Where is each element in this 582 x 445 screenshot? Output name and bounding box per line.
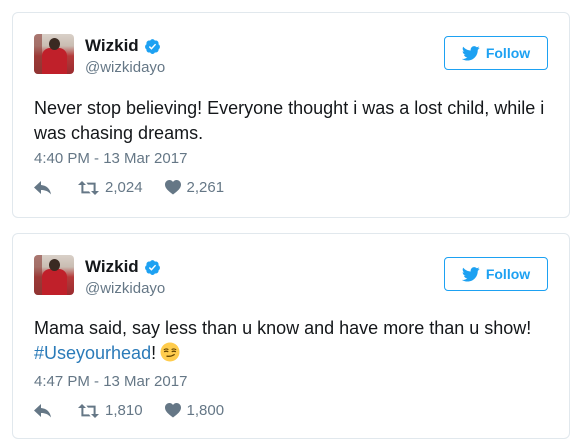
avatar[interactable]: [34, 34, 74, 74]
author-name[interactable]: Wizkid: [85, 257, 139, 277]
verified-badge-icon: [144, 259, 160, 275]
like-count: 1,800: [186, 402, 225, 419]
reply-button[interactable]: [34, 180, 52, 195]
like-button[interactable]: 1,800: [164, 402, 225, 419]
author-handle[interactable]: @wizkidayo: [85, 59, 165, 77]
tweet-text-suffix: !: [151, 343, 157, 363]
embedded-tweets: Wizkid @wizkidayo Follow Never stop beli…: [0, 0, 582, 445]
smirking-face-emoji-icon: [160, 342, 180, 362]
like-button[interactable]: 2,261: [164, 179, 225, 196]
like-count: 2,261: [186, 179, 225, 196]
author-name[interactable]: Wizkid: [85, 36, 139, 56]
tweet-card: Wizkid @wizkidayo Follow Never stop beli…: [12, 12, 570, 218]
tweet-text: Never stop believing! Everyone thought i…: [34, 98, 545, 143]
reply-icon: [34, 403, 51, 417]
retweet-icon: [78, 180, 99, 195]
tweet-text: Mama said, say less than u know and have…: [34, 316, 559, 366]
follow-label: Follow: [485, 45, 531, 61]
tweet-timestamp[interactable]: 4:47 PM - 13 Mar 2017: [34, 373, 187, 390]
reply-icon: [34, 180, 51, 194]
retweet-count: 1,810: [105, 402, 143, 419]
author-handle[interactable]: @wizkidayo: [85, 280, 165, 298]
twitter-bird-icon: [461, 45, 480, 61]
retweet-count: 2,024: [105, 179, 143, 196]
author-block: Wizkid @wizkidayo: [85, 36, 165, 77]
tweet-actions: 2,024 2,261: [34, 179, 224, 196]
reply-button[interactable]: [34, 403, 52, 418]
retweet-icon: [78, 403, 99, 418]
follow-button[interactable]: Follow: [444, 36, 548, 70]
follow-label: Follow: [485, 266, 531, 282]
tweet-timestamp[interactable]: 4:40 PM - 13 Mar 2017: [34, 150, 187, 167]
twitter-bird-icon: [461, 266, 480, 282]
author-block: Wizkid @wizkidayo: [85, 257, 165, 298]
verified-badge-icon: [144, 38, 160, 54]
retweet-button[interactable]: 2,024: [78, 179, 143, 196]
tweet-card: Wizkid @wizkidayo Follow Mama said, say …: [12, 233, 570, 439]
follow-button[interactable]: Follow: [444, 257, 548, 291]
avatar[interactable]: [34, 255, 74, 295]
retweet-button[interactable]: 1,810: [78, 402, 143, 419]
tweet-text-body: Mama said, say less than u know and have…: [34, 318, 532, 338]
heart-icon: [164, 180, 181, 195]
heart-icon: [164, 403, 181, 418]
hashtag-link[interactable]: #Useyourhead: [34, 343, 151, 363]
tweet-actions: 1,810 1,800: [34, 402, 224, 419]
